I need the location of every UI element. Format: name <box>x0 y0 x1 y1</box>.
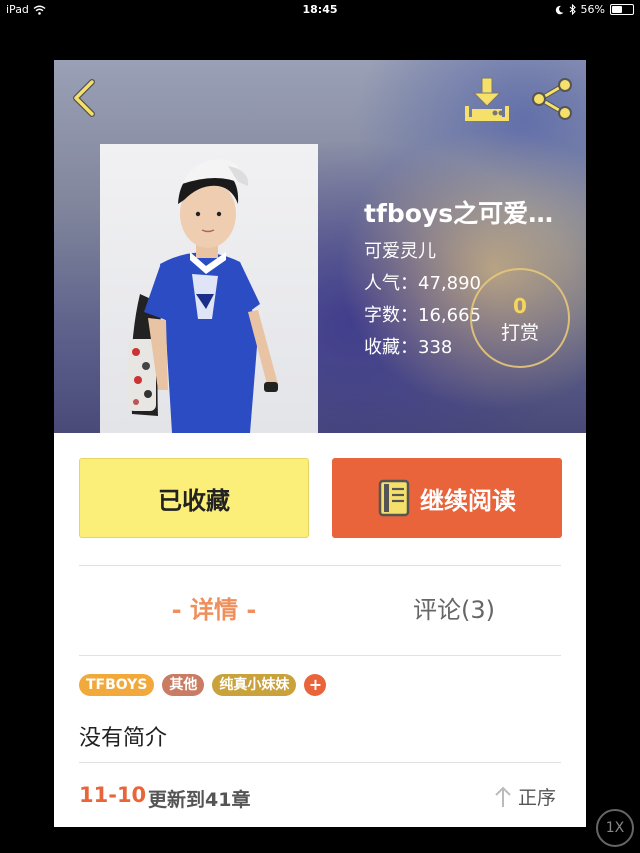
update-info[interactable]: 更新到41章 <box>148 785 250 812</box>
tag-item[interactable]: 纯真小妹妹 <box>212 674 297 696</box>
book-cover[interactable] <box>100 144 318 433</box>
share-icon[interactable] <box>528 76 576 122</box>
tab-comments[interactable]: 评论(3) <box>354 588 554 632</box>
sort-label: 正序 <box>518 787 557 809</box>
moon-icon <box>555 5 564 14</box>
zoom-button[interactable]: 1X <box>596 809 634 847</box>
book-author[interactable]: 可爱灵儿 <box>364 236 579 268</box>
book-header: tfboys之可爱… 可爱灵儿 人气：47,890 字数：16,665 收藏：3… <box>54 60 586 433</box>
divider <box>79 565 561 566</box>
download-icon[interactable] <box>464 76 510 122</box>
favorited-button[interactable]: 已收藏 <box>79 458 309 538</box>
battery-icon <box>610 4 634 15</box>
continue-reading-label: 继续阅读 <box>420 486 516 515</box>
tip-button[interactable]: 0 打赏 <box>470 268 570 368</box>
sort-toggle[interactable]: 正序 <box>494 783 556 810</box>
divider <box>79 655 561 656</box>
chevron-left-icon[interactable] <box>70 78 100 118</box>
tip-label: 打赏 <box>500 322 539 344</box>
status-bar: iPad 18:45 56% <box>0 0 640 20</box>
tag-list: TFBOYS 其他 纯真小妹妹 + <box>79 674 327 696</box>
continue-reading-button[interactable]: 继续阅读 <box>332 458 562 538</box>
book-detail-page: tfboys之可爱… 可爱灵儿 人气：47,890 字数：16,665 收藏：3… <box>54 60 586 827</box>
cover-illustration <box>128 159 278 433</box>
divider <box>79 762 561 763</box>
clock: 18:45 <box>302 3 338 16</box>
tag-item[interactable]: TFBOYS <box>79 674 155 696</box>
tip-count: 0 <box>513 294 527 318</box>
battery-fill <box>612 6 623 13</box>
add-tag-button[interactable]: + <box>304 674 327 696</box>
bluetooth-icon <box>569 4 576 15</box>
book-icon <box>378 479 410 517</box>
favorited-label: 已收藏 <box>158 486 230 515</box>
book-title: tfboys之可爱… <box>364 199 554 228</box>
battery-percent: 56% <box>580 3 605 16</box>
update-date: 11-10 <box>79 783 147 807</box>
tag-item[interactable]: 其他 <box>162 674 205 696</box>
book-description: 没有简介 <box>79 726 168 751</box>
tab-details[interactable]: - 详情 - <box>114 588 314 632</box>
arrow-up-icon <box>495 786 511 807</box>
